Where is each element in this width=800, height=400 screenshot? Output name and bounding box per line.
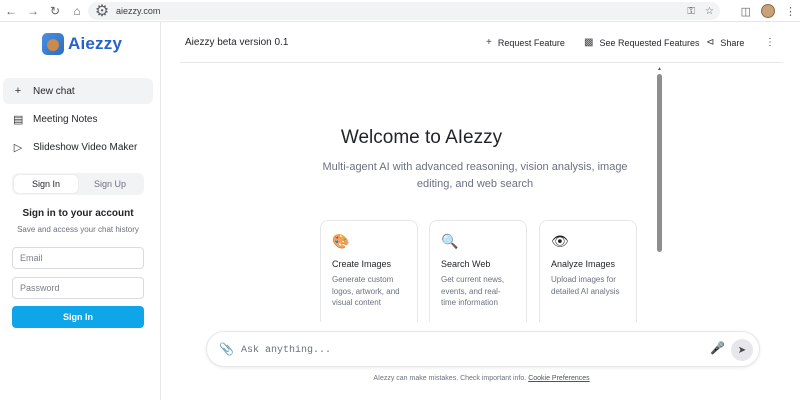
scrollbar[interactable]: ▲ (657, 66, 662, 322)
paperclip-icon[interactable]: 📎 (219, 342, 234, 356)
footer: AIezzy can make mistakes. Check importan… (180, 375, 783, 382)
reload-icon[interactable]: ↻ (44, 0, 66, 22)
see-requested-features-label: See Requested Features (599, 37, 700, 48)
logo[interactable]: Aiezzy (42, 33, 122, 55)
auth-tabs: Sign In Sign Up (12, 173, 144, 195)
extensions-icon[interactable]: ◫ (741, 5, 751, 18)
avatar[interactable] (761, 4, 775, 18)
url-text[interactable]: aiezzy.com (116, 6, 160, 16)
disclaimer-text: AIezzy can make mistakes. Check importan… (373, 375, 527, 382)
star-icon[interactable]: ☆ (705, 6, 714, 17)
chat-composer: 📎 🎤 ➤ (206, 331, 760, 367)
share-button[interactable]: ⊲ Share (706, 37, 744, 48)
sidebar-item-label: New chat (33, 85, 75, 97)
sidebar-item-new-chat[interactable]: + New chat (3, 78, 153, 104)
arrow-right-icon[interactable]: → (22, 0, 44, 22)
request-feature-button[interactable]: + Request Feature (486, 37, 565, 48)
request-feature-label: Request Feature (497, 37, 565, 48)
main-content: Welcome to AIezzy Multi-agent AI with ad… (180, 64, 663, 322)
card-title: Analyze Images (551, 259, 616, 269)
see-requested-features-button[interactable]: ▩ See Requested Features (584, 37, 700, 48)
sidebar: Aiezzy + New chat ▤ Meeting Notes ▷ Slid… (0, 22, 161, 400)
home-icon[interactable]: ⌂ (66, 0, 88, 22)
card-description: Generate custom logos, artwork, and visu… (332, 275, 400, 307)
chat-input[interactable] (241, 340, 701, 360)
address-bar[interactable]: ⚙ aiezzy.com ⚿ ☆ (88, 2, 720, 20)
logo-icon (42, 33, 64, 55)
card-title: Create Images (332, 259, 392, 269)
arrow-left-icon[interactable]: ← (0, 0, 22, 22)
tab-sign-in[interactable]: Sign In (14, 175, 78, 193)
card-title: Search Web (441, 259, 491, 269)
palette-icon: 🎨 (332, 233, 350, 249)
email-field[interactable] (12, 247, 144, 269)
welcome-heading: Welcome to AIezzy (340, 127, 503, 148)
header: Aiezzy beta version 0.1 + Request Featur… (180, 22, 783, 63)
clipboard-icon: ▩ (584, 37, 594, 48)
scroll-thumb[interactable] (657, 74, 662, 252)
scroll-up-icon[interactable]: ▲ (657, 66, 662, 72)
sign-in-button[interactable]: Sign In (12, 306, 144, 328)
signin-subtitle: Save and access your chat history (17, 225, 139, 234)
card-description: Upload images for detailed AI analysis (551, 275, 620, 296)
more-vertical-icon[interactable]: ⋮ (785, 5, 796, 18)
microphone-icon[interactable]: 🎤 (710, 341, 725, 355)
welcome-description: Multi-agent AI with advanced reasoning, … (322, 161, 628, 190)
browser-toolbar: ← → ↻ ⌂ ⚙ aiezzy.com ⚿ ☆ ◫ ⋮ (0, 0, 800, 22)
send-button[interactable]: ➤ (731, 339, 753, 361)
plus-icon: + (14, 85, 22, 97)
card-create-images[interactable]: 🎨 Create Images Generate custom logos, a… (320, 220, 418, 322)
sidebar-item-label: Meeting Notes (33, 113, 98, 125)
signin-title: Sign in to your account (22, 208, 134, 219)
cookie-preferences-link[interactable]: Cookie Preferences (528, 375, 589, 382)
site-settings-icon[interactable]: ⚙ (95, 3, 109, 20)
password-field[interactable] (12, 277, 144, 299)
plus-icon: + (486, 37, 492, 48)
video-icon: ▷ (13, 141, 23, 154)
document-icon: ▤ (13, 113, 24, 126)
card-analyze-images[interactable]: 👁 Analyze Images Upload images for detai… (539, 220, 637, 322)
sidebar-item-slideshow-video-maker[interactable]: ▷ Slideshow Video Maker (3, 134, 153, 160)
share-icon: ⊲ (706, 37, 715, 48)
eye-icon: 👁 (551, 233, 569, 249)
sidebar-item-label: Slideshow Video Maker (33, 141, 138, 153)
card-search-web[interactable]: 🔍 Search Web Get current news, events, a… (429, 220, 527, 322)
share-label: Share (720, 37, 745, 48)
logo-text: Aiezzy (68, 34, 123, 53)
card-description: Get current news, events, and real-time … (441, 275, 505, 307)
sidebar-item-meeting-notes[interactable]: ▤ Meeting Notes (3, 106, 153, 132)
tab-sign-up[interactable]: Sign Up (78, 175, 142, 193)
more-options-button[interactable]: ⋮ (765, 37, 775, 48)
key-icon[interactable]: ⚿ (687, 6, 695, 17)
send-icon: ➤ (737, 344, 747, 356)
magnifier-icon: 🔍 (441, 233, 459, 249)
page-title: Aiezzy beta version 0.1 (185, 37, 289, 48)
more-vertical-icon: ⋮ (765, 37, 775, 48)
